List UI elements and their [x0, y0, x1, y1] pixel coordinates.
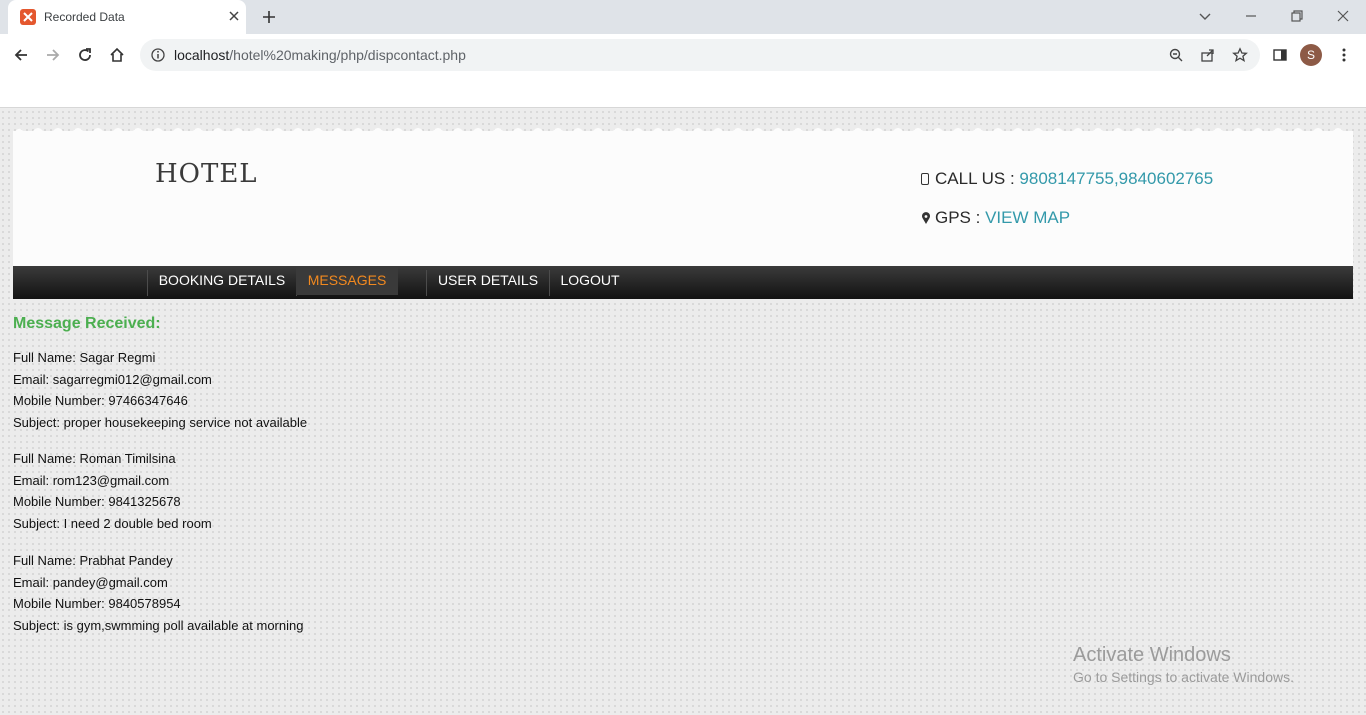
message-full-name: Full Name: Roman Timilsina	[13, 451, 176, 466]
nav-logout[interactable]: LOGOUT	[550, 266, 630, 295]
share-icon[interactable]	[1200, 47, 1216, 63]
tab-search-chevron-icon[interactable]	[1197, 8, 1213, 24]
mobile-phone-icon	[921, 173, 929, 185]
close-window-icon[interactable]	[1335, 8, 1351, 24]
close-tab-icon[interactable]	[226, 8, 242, 24]
message-subject: Subject: I need 2 double bed room	[13, 516, 212, 532]
url-text: localhost/hotel%20making/php/dispcontact…	[174, 47, 466, 63]
profile-avatar[interactable]: S	[1300, 44, 1322, 66]
watermark-title: Activate Windows	[1073, 644, 1231, 666]
site-header: HOTEL CALL US : 9808147755,9840602765 GP…	[13, 131, 1353, 266]
message-mobile: Mobile Number: 9840578954	[13, 596, 181, 612]
message-entry: Full Name: Roman Timilsina Email: rom123…	[13, 448, 212, 535]
message-email: Email: rom123@gmail.com	[13, 472, 170, 488]
minimize-icon[interactable]	[1243, 8, 1259, 24]
zoom-icon[interactable]	[1168, 47, 1184, 63]
restore-icon[interactable]	[1289, 8, 1305, 24]
message-full-name: Full Name: Prabhat Pandey	[13, 553, 173, 568]
watermark-subtitle: Go to Settings to activate Windows.	[1073, 669, 1294, 685]
message-email: Email: sagarregmi012@gmail.com	[13, 371, 212, 387]
new-tab-icon[interactable]	[260, 8, 278, 26]
header-wave-edge	[13, 128, 1353, 135]
bookmark-star-icon[interactable]	[1232, 47, 1248, 63]
forward-arrow-icon[interactable]	[44, 46, 62, 64]
activate-windows-watermark: Activate Windows Go to Settings to activ…	[1073, 644, 1294, 685]
back-arrow-icon[interactable]	[12, 46, 30, 64]
message-mobile: Mobile Number: 9841325678	[13, 494, 181, 510]
call-us-row: CALL US : 9808147755,9840602765	[921, 169, 1213, 189]
message-subject: Subject: proper housekeeping service not…	[13, 415, 308, 431]
nav-booking-details[interactable]: BOOKING DETAILS	[148, 266, 296, 295]
call-us-label: CALL US :	[935, 169, 1020, 188]
side-panel-icon[interactable]	[1272, 47, 1288, 63]
page-body: HOTEL CALL US : 9808147755,9840602765 GP…	[0, 109, 1366, 715]
reload-icon[interactable]	[76, 46, 94, 64]
message-mobile: Mobile Number: 97466347646	[13, 393, 188, 409]
kebab-menu-icon[interactable]	[1336, 47, 1352, 63]
gps-label: GPS :	[935, 208, 986, 227]
home-icon[interactable]	[108, 46, 126, 64]
site-info-icon[interactable]	[150, 47, 166, 63]
browser-tab[interactable]: Recorded Data	[8, 0, 246, 34]
message-subject: Subject: is gym,swmming poll available a…	[13, 618, 304, 634]
browser-tab-bar: Recorded Data	[0, 0, 1366, 34]
nav-user-details[interactable]: USER DETAILS	[427, 266, 549, 295]
browser-toolbar: localhost/hotel%20making/php/dispcontact…	[0, 34, 1366, 76]
tab-title: Recorded Data	[44, 10, 125, 24]
hotel-logo[interactable]: HOTEL	[155, 159, 258, 189]
main-nav: BOOKING DETAILS MESSAGES USER DETAILS LO…	[13, 266, 1353, 299]
nav-messages[interactable]: MESSAGES	[296, 266, 398, 295]
bookmark-bar	[0, 76, 1366, 108]
call-numbers-link[interactable]: 9808147755,9840602765	[1019, 169, 1213, 188]
gps-row: GPS : VIEW MAP	[921, 208, 1070, 228]
message-full-name: Full Name: Sagar Regmi	[13, 350, 156, 365]
view-map-link[interactable]: VIEW MAP	[985, 208, 1070, 227]
message-entry: Full Name: Prabhat Pandey Email: pandey@…	[13, 550, 303, 637]
messages-heading: Message Received:	[13, 315, 161, 332]
xampp-favicon-icon	[20, 9, 36, 25]
message-entry: Full Name: Sagar Regmi Email: sagarregmi…	[13, 347, 307, 434]
message-email: Email: pandey@gmail.com	[13, 574, 168, 590]
map-pin-icon	[921, 209, 931, 224]
address-bar[interactable]: localhost/hotel%20making/php/dispcontact…	[140, 39, 1260, 71]
